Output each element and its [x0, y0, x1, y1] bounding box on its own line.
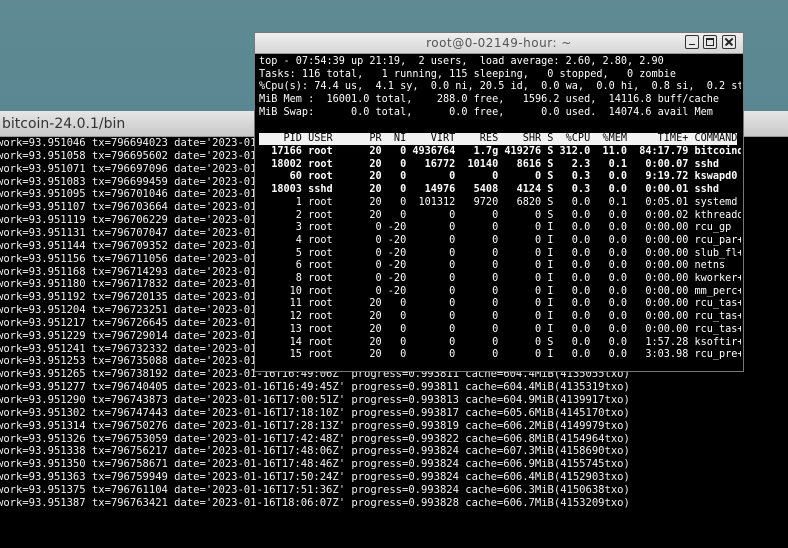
log-line: work=93.951144 tx=796709352 date='2023-0…	[0, 239, 263, 252]
process-row: 14 root 20 0 0 0 0 S 0.0 0.0 1:57.28 kso…	[259, 336, 741, 348]
process-row: 12 root 20 0 0 0 0 I 0.0 0.0 0:00.00 rcu…	[259, 311, 741, 323]
log-line: work=93.951217 tx=796726645 date='2023-0…	[0, 316, 263, 329]
log-line: work=93.951058 tx=796695602 date='2023-0…	[0, 149, 263, 162]
top-output: top - 07:54:39 up 21:19, 2 users, load a…	[257, 54, 741, 371]
process-row: 15 root 20 0 0 0 0 I 0.0 0.0 3:03.98 rcu…	[259, 349, 741, 361]
top-summary-line: MiB Swap: 0.0 total, 0.0 free, 0.0 used.…	[259, 106, 713, 118]
process-row: 5 root 0 -20 0 0 0 I 0.0 0.0 0:00.00 slu…	[259, 247, 741, 259]
log-line: work=93.951229 tx=796729014 date='2023-0…	[0, 329, 263, 342]
top-terminal-window[interactable]: root@0-02149-hour: ~ top - 07:54:39 up 2…	[254, 32, 744, 372]
log-line: work=93.951131 tx=796707047 date='2023-0…	[0, 226, 263, 239]
log-line: work=93.951156 tx=796711056 date='2023-0…	[0, 252, 263, 265]
process-row: 4 root 0 -20 0 0 0 I 0.0 0.0 0:00.00 rcu…	[259, 234, 741, 246]
process-row: 13 root 20 0 0 0 0 I 0.0 0.0 0:00.00 rcu…	[259, 323, 741, 335]
log-line: work=93.951350 tx=796758671 date='2023-0…	[0, 458, 630, 471]
top-summary-line: %Cpu(s): 74.4 us, 4.1 sy, 0.0 ni, 20.5 i…	[259, 81, 741, 93]
log-line: work=93.951277 tx=796740405 date='2023-0…	[0, 381, 630, 394]
log-line: work=93.951119 tx=796706229 date='2023-0…	[0, 214, 263, 227]
top-summary-line: Tasks: 116 total, 1 running, 115 sleepin…	[259, 68, 677, 80]
process-row: 17166 root 20 0 4936764 1.7g 419276 S 31…	[259, 146, 741, 157]
top-summary-line: top - 07:54:39 up 21:19, 2 users, load a…	[259, 56, 664, 67]
process-row: 1 root 20 0 101312 9720 6820 S 0.0 0.1 0…	[259, 196, 738, 208]
minimize-button[interactable]	[685, 35, 699, 49]
log-line: work=93.951107 tx=796703664 date='2023-0…	[0, 201, 263, 214]
log-line: work=93.951302 tx=796747443 date='2023-0…	[0, 406, 630, 419]
process-row: 3 root 0 -20 0 0 0 I 0.0 0.0 0:00.00 rcu…	[259, 222, 732, 234]
process-row: 2 root 20 0 0 0 0 S 0.0 0.0 0:00.02 kthr…	[259, 209, 741, 221]
top-window-title[interactable]: root@0-02149-hour: ~	[255, 33, 743, 54]
top-summary-line: MiB Mem : 16001.0 total, 288.0 free, 159…	[259, 94, 720, 106]
log-line: work=93.951314 tx=796750276 date='2023-0…	[0, 419, 630, 432]
process-row: 18003 sshd 20 0 14976 5408 4124 S 0.3 0.…	[259, 184, 720, 196]
process-table-header: PID USER PR NI VIRT RES SHR S %CPU %MEM …	[259, 133, 738, 144]
close-button[interactable]	[722, 35, 736, 49]
log-line: work=93.951290 tx=796743873 date='2023-0…	[0, 394, 630, 406]
log-line: work=93.951326 tx=796753059 date='2023-0…	[0, 432, 630, 445]
log-line: work=93.951375 tx=796761104 date='2023-0…	[0, 483, 630, 496]
maximize-button[interactable]	[703, 35, 717, 49]
log-line: work=93.951387 tx=796763421 date='2023-0…	[0, 496, 630, 509]
log-line: work=93.951180 tx=796717832 date='2023-0…	[0, 278, 263, 291]
log-line: work=93.951095 tx=796701046 date='2023-0…	[0, 188, 263, 201]
process-row: 18002 root 20 0 16772 10140 8616 S 2.3 0…	[259, 158, 720, 170]
log-line: work=93.951363 tx=796759949 date='2023-0…	[0, 471, 630, 484]
log-line: work=93.951241 tx=796732332 date='2023-0…	[0, 342, 263, 355]
process-row: 6 root 0 -20 0 0 0 I 0.0 0.0 0:00.00 net…	[259, 260, 726, 272]
process-row: 60 root 20 0 0 0 0 S 0.3 0.0 9:19.72 ksw…	[259, 171, 738, 183]
log-line: work=93.951168 tx=796714293 date='2023-0…	[0, 265, 263, 278]
log-line: work=93.951083 tx=796699459 date='2023-0…	[0, 175, 263, 188]
log-line: work=93.951071 tx=796697096 date='2023-0…	[0, 162, 263, 175]
process-row: 10 root 0 -20 0 0 0 I 0.0 0.0 0:00.00 mm…	[259, 285, 741, 297]
process-row: 11 root 20 0 0 0 0 I 0.0 0.0 0:00.00 rcu…	[259, 298, 741, 310]
process-row: 8 root 0 -20 0 0 0 I 0.0 0.0 0:00.00 kwo…	[259, 273, 741, 284]
log-line: work=93.951046 tx=796694023 date='2023-0…	[0, 137, 263, 149]
log-line: work=93.951338 tx=796756217 date='2023-0…	[0, 445, 630, 458]
log-line: work=93.951204 tx=796723251 date='2023-0…	[0, 304, 263, 317]
log-line: work=93.951253 tx=796735088 date='2023-0…	[0, 355, 263, 368]
log-line: work=93.951192 tx=796720135 date='2023-0…	[0, 291, 263, 304]
